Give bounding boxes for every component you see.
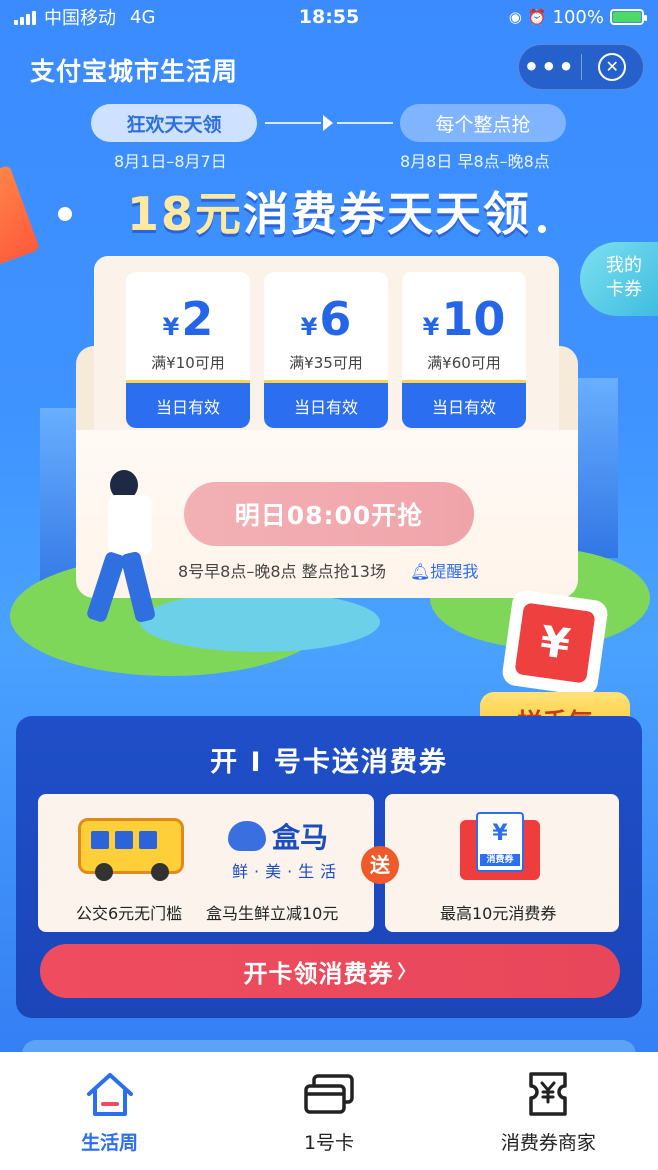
coupon-validity: 当日有效 — [402, 380, 526, 428]
cta-label: 开卡领消费券 — [243, 959, 394, 988]
coupon-value: 10 — [441, 292, 506, 346]
headline-text: 消费券天天领 — [243, 187, 531, 241]
red-packet-symbol: ¥ — [514, 602, 596, 684]
voucher-symbol: ¥ — [492, 821, 508, 846]
session-info: 8号早8点–晚8点 整点抢13场 — [178, 562, 386, 581]
hema-logo: 盒马 — [228, 816, 328, 856]
coupon-validity: 当日有效 — [264, 380, 388, 428]
tab-label: 1号卡 — [303, 1132, 355, 1154]
red-packet-icon[interactable]: ¥ — [500, 588, 610, 698]
chevron-right-icon: 〉 — [397, 962, 417, 983]
tab-voucher-merchants[interactable]: 消费券商家 — [439, 1052, 658, 1170]
benefit-text: 盒马生鲜立减10元 — [206, 904, 339, 923]
remind-label: 提醒我 — [430, 562, 479, 581]
more-dots-icon[interactable]: ••• — [519, 47, 581, 87]
coupon-validity: 当日有效 — [126, 380, 250, 428]
alarm-icon: ⏰ — [527, 8, 547, 26]
voucher-icon: ¥ 消费券 — [460, 812, 540, 886]
battery-label: 100% — [552, 6, 604, 28]
status-time: 18:55 — [298, 6, 360, 28]
tab-no1-card[interactable]: 1号卡 — [219, 1052, 438, 1170]
signal-icon — [14, 9, 36, 25]
benefit-text: 公交6元无门槛 — [76, 904, 183, 923]
promo-title: 开 I 号卡送消费券 — [210, 747, 448, 778]
hema-slogan: 鲜·美·生活 — [232, 862, 343, 881]
coupon-condition: 满¥60可用 — [427, 354, 501, 372]
hippo-icon — [228, 821, 266, 851]
voucher-tag: 消费券 — [480, 854, 520, 866]
send-badge: 送 — [361, 846, 399, 884]
tab-life-week[interactable]: 生活周 — [0, 1052, 219, 1170]
benefit-text: 最高10元消费券 — [440, 904, 557, 923]
coupon-condition: 满¥35可用 — [289, 354, 363, 372]
close-button[interactable]: ✕ — [582, 53, 644, 81]
hema-brand: 盒马 — [272, 821, 329, 854]
mini-program-capsule: ••• ✕ — [518, 44, 644, 90]
cards-icon — [304, 1074, 354, 1114]
phase-date: 8月8日 早8点–晚8点 — [400, 152, 550, 171]
phase-arrow-icon — [265, 115, 393, 131]
my-coupons-label: 我的 — [606, 255, 642, 276]
tab-label: 消费券商家 — [500, 1132, 596, 1154]
coupon-card: ¥10 满¥60可用 当日有效 — [402, 272, 526, 428]
coupon-card: ¥2 满¥10可用 当日有效 — [126, 272, 250, 428]
page-title: 支付宝城市生活周 — [30, 57, 239, 86]
decorative-hill — [140, 592, 380, 652]
bus-icon — [78, 818, 184, 881]
headline: 18元消费券天天领 — [0, 178, 658, 244]
remind-me-link[interactable]: 🔔︎提醒我 — [410, 558, 478, 582]
phase-date: 8月1日–8月7日 — [114, 152, 227, 171]
close-circle-icon: ✕ — [598, 53, 627, 81]
coupon-currency: ¥ — [422, 313, 440, 341]
coupon-condition: 满¥10可用 — [151, 354, 225, 372]
status-bar: 中国移动 4G 18:55 ◉ ⏰ 100% — [0, 0, 658, 34]
voucher-icon — [529, 1072, 568, 1116]
battery-icon — [610, 9, 647, 25]
coupon-value: 6 — [319, 292, 352, 346]
coupon-card: ¥6 满¥35可用 当日有效 — [264, 272, 388, 428]
coupon-currency: ¥ — [162, 313, 180, 341]
decorative-building — [572, 378, 618, 558]
my-coupons-button[interactable]: 我的 卡券 — [580, 242, 658, 316]
lock-icon: ◉ — [508, 8, 522, 26]
home-icon — [86, 1073, 133, 1116]
network-label: 4G — [130, 6, 156, 28]
my-coupons-label: 卡券 — [606, 279, 642, 300]
phase-tab-daily[interactable]: 狂欢天天领 — [91, 104, 257, 142]
bottom-tab-bar: 生活周 1号卡 消费券商家 — [0, 1052, 658, 1170]
tab-label: 生活周 — [81, 1132, 139, 1154]
bell-icon: 🔔︎ — [410, 562, 431, 581]
phase-tab-hourly[interactable]: 每个整点抢 — [400, 104, 566, 142]
carrier-label: 中国移动 — [44, 8, 116, 29]
headline-amount: 18元 — [126, 187, 243, 241]
person-illustration — [108, 495, 152, 555]
grab-countdown-button[interactable]: 明日08:00开抢 — [184, 482, 474, 546]
coupon-currency: ¥ — [300, 313, 318, 341]
coupon-value: 2 — [181, 292, 214, 346]
open-card-cta-button[interactable]: 开卡领消费券 〉 — [40, 944, 620, 998]
